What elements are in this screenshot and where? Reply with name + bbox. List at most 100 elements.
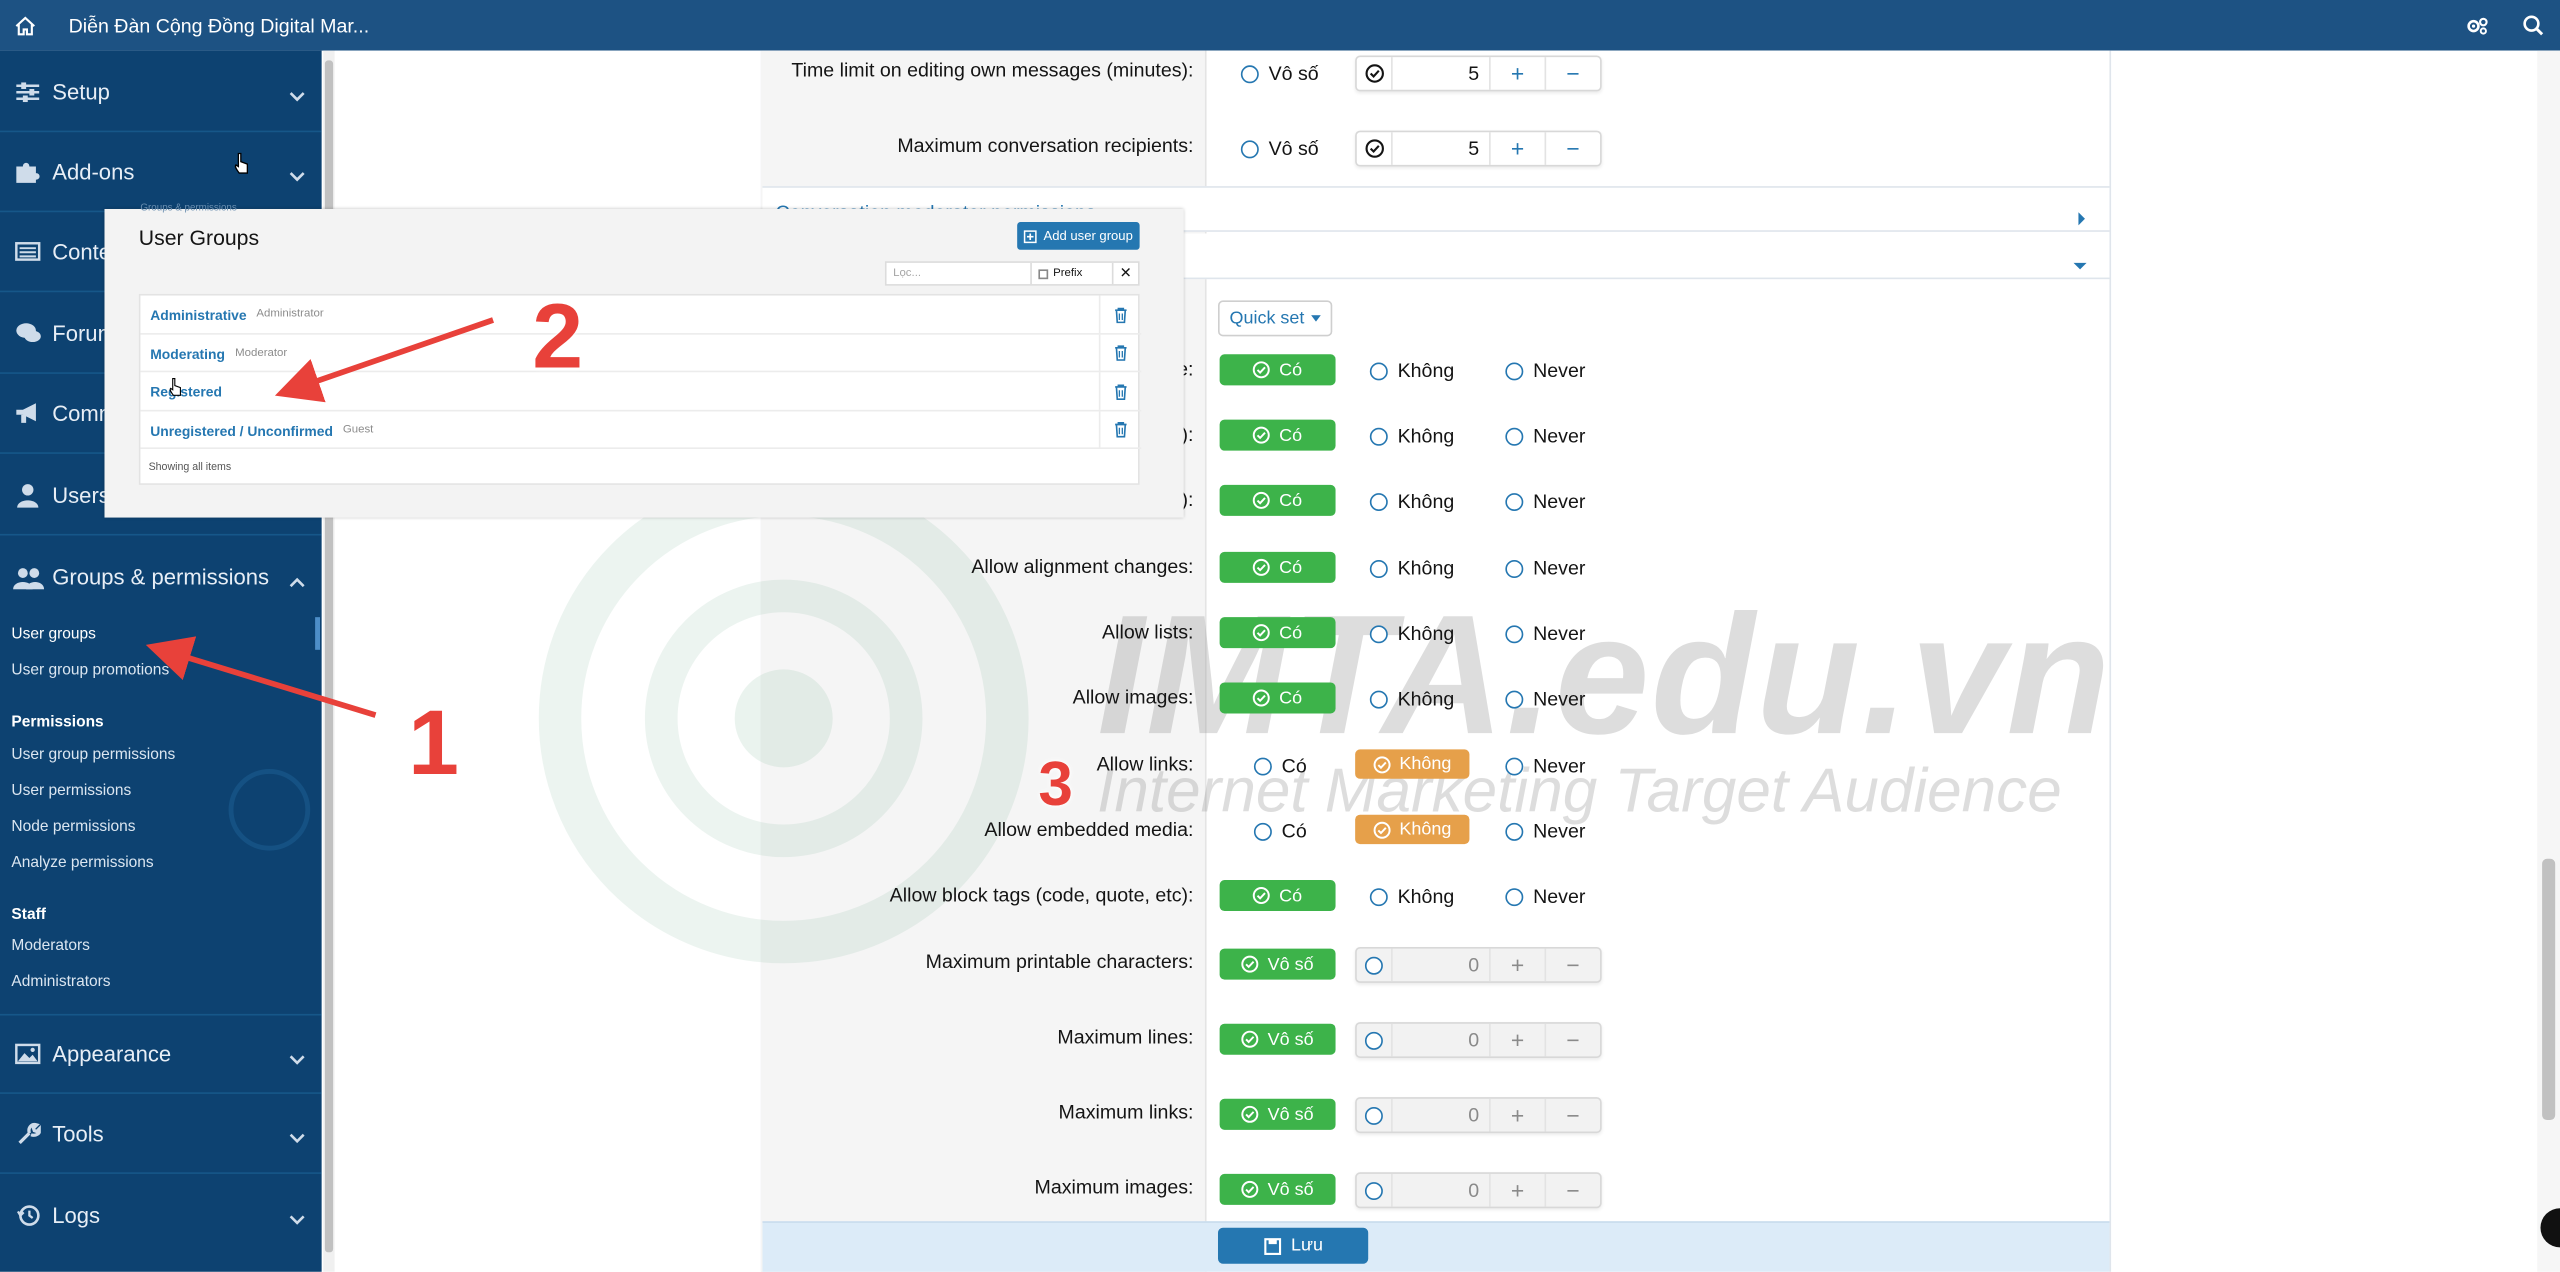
option-yes-selected[interactable]: Có [1219, 484, 1336, 516]
search-icon[interactable] [2505, 0, 2560, 51]
stepper-time-limit[interactable]: 5 + − [1355, 55, 1602, 92]
option-yes-selected[interactable]: Có [1219, 419, 1336, 451]
home-icon[interactable] [0, 0, 49, 51]
radio-unlimited-time-limit[interactable]: Vô số [1240, 62, 1319, 85]
option-yes-selected[interactable]: Có [1219, 880, 1336, 912]
clear-filter-icon[interactable]: ✕ [1111, 262, 1138, 285]
radio-never[interactable]: Never [1505, 557, 1585, 580]
option-unlimited-selected[interactable]: Vô số [1219, 1098, 1336, 1130]
radio-never[interactable]: Never [1505, 490, 1585, 513]
board-title[interactable]: Diễn Đàn Cộng Đồng Digital Mar... [69, 14, 370, 37]
increment-button[interactable]: + [1489, 1098, 1545, 1132]
user-group-name[interactable]: Registered [150, 384, 222, 400]
radio-never[interactable]: Never [1505, 359, 1585, 382]
radio-never[interactable]: Never [1505, 622, 1585, 645]
quick-set-button[interactable]: Quick set [1217, 300, 1333, 337]
trash-icon[interactable] [1098, 372, 1141, 410]
radio-never[interactable]: Never [1505, 754, 1585, 777]
user-group-name[interactable]: Moderating [150, 345, 225, 361]
radio-never[interactable]: Never [1505, 885, 1585, 908]
radio-no[interactable]: Không [1369, 359, 1454, 382]
option-unlimited-selected[interactable]: Vô số [1219, 1023, 1336, 1055]
option-yes-selected[interactable]: Có [1219, 354, 1336, 386]
stepper-disabled[interactable]: 0 + − [1355, 1022, 1602, 1058]
trash-icon[interactable] [1098, 410, 1141, 449]
increment-button[interactable]: + [1489, 132, 1545, 165]
trash-icon[interactable] [1098, 295, 1141, 334]
radio-no[interactable]: Không [1369, 622, 1454, 645]
option-yes-selected[interactable]: Có [1219, 682, 1336, 714]
sidebar-link-user-group-promotions[interactable]: User group promotions [11, 661, 169, 679]
sidebar-link-analyze-permissions[interactable]: Analyze permissions [11, 854, 153, 872]
stepper-max-recipients[interactable]: 5 + − [1355, 130, 1602, 167]
decrement-button[interactable]: − [1544, 132, 1601, 165]
increment-button[interactable]: + [1489, 57, 1545, 90]
user-groups-list: Administrative Administrator Moderating Mod… [138, 293, 1142, 485]
sidebar-link-moderators[interactable]: Moderators [11, 937, 89, 955]
sidebar-section-groups-permissions[interactable]: Groups & permissions [0, 537, 322, 617]
sidebar-link-node-permissions[interactable]: Node permissions [11, 818, 135, 836]
decrement-button[interactable]: − [1544, 948, 1601, 982]
add-user-group-button[interactable]: Add user group [1017, 222, 1140, 250]
label-allow-block-tags: Allow block tags (code, quote, etc): [889, 883, 1194, 907]
prefix-checkbox[interactable]: Prefix [1030, 262, 1112, 285]
radio-never[interactable]: Never [1505, 820, 1585, 842]
sidebar-link-user-permissions[interactable]: User permissions [11, 782, 131, 800]
sidebar-link-user-groups[interactable]: User groups [11, 625, 95, 643]
radio-no[interactable]: Không [1369, 687, 1454, 710]
sidebar-section-appearance[interactable]: Appearance [0, 1013, 322, 1094]
stepper-disabled[interactable]: 0 + − [1355, 946, 1602, 983]
user-group-row[interactable]: Administrative Administrator [140, 295, 1142, 334]
user-group-name[interactable]: Unregistered / Unconfirmed [150, 422, 333, 438]
user-group-row[interactable]: Unregistered / Unconfirmed Guest [140, 410, 1142, 449]
radio-yes[interactable]: Có [1253, 820, 1307, 842]
increment-button[interactable]: + [1489, 1023, 1545, 1057]
decrement-button[interactable]: − [1544, 1098, 1601, 1132]
radio-no[interactable]: Không [1369, 885, 1454, 908]
radio-circle-icon[interactable] [1357, 1023, 1393, 1057]
sidebar-section-tools[interactable]: Tools [0, 1094, 322, 1174]
trash-icon[interactable] [1098, 333, 1141, 372]
radio-never[interactable]: Never [1505, 687, 1585, 710]
radio-unlimited-recipients[interactable]: Vô số [1240, 137, 1319, 160]
radio-circle-icon[interactable] [1357, 948, 1393, 982]
decrement-button[interactable]: − [1544, 1173, 1601, 1207]
radio-no[interactable]: Không [1369, 490, 1454, 513]
radio-no[interactable]: Không [1369, 557, 1454, 580]
user-group-name[interactable]: Administrative [150, 307, 246, 323]
user-group-row[interactable]: Registered [140, 372, 1142, 411]
sidebar-section-logs[interactable]: Logs [0, 1176, 322, 1256]
increment-button[interactable]: + [1489, 948, 1545, 982]
option-unlimited-selected[interactable]: Vô số [1219, 1173, 1336, 1205]
radio-circle-icon[interactable] [1357, 1098, 1393, 1132]
sidebar-link-administrators[interactable]: Administrators [11, 973, 110, 991]
settings-gears-icon[interactable] [2449, 0, 2505, 51]
option-unlimited-selected[interactable]: Vô số [1219, 948, 1336, 980]
save-button[interactable]: Lưu [1217, 1227, 1369, 1264]
sidebar-section-add-ons[interactable]: Add-ons [0, 132, 322, 213]
radio-yes[interactable]: Có [1253, 754, 1307, 777]
save-icon [1263, 1237, 1281, 1255]
decrement-button[interactable]: − [1544, 57, 1601, 90]
option-yes-selected[interactable]: Có [1219, 551, 1336, 583]
user-group-row[interactable]: Moderating Moderator [140, 333, 1142, 373]
option-yes-selected[interactable]: Có [1219, 617, 1336, 649]
radio-never[interactable]: Never [1505, 425, 1585, 447]
check-circle-icon[interactable] [1357, 132, 1393, 165]
stepper-disabled[interactable]: 0 + − [1355, 1172, 1602, 1209]
stepper-disabled[interactable]: 0 + − [1355, 1097, 1602, 1134]
sidebar-link-user-group-permissions[interactable]: User group permissions [11, 746, 175, 764]
option-no-selected[interactable]: Không [1355, 749, 1470, 779]
radio-circle-icon[interactable] [1357, 1173, 1393, 1207]
radio-no[interactable]: Không [1369, 425, 1454, 447]
decrement-button[interactable]: − [1544, 1023, 1601, 1057]
check-circle-icon[interactable] [1357, 57, 1393, 90]
filter-input[interactable]: Lọc... [887, 268, 1031, 279]
main-scrollbar[interactable] [2537, 50, 2560, 1272]
user-icon [3, 482, 52, 507]
increment-button[interactable]: + [1489, 1173, 1545, 1207]
bullhorn-icon [3, 402, 52, 425]
option-no-selected[interactable]: Không [1355, 814, 1470, 845]
sidebar-section-setup[interactable]: Setup [0, 52, 322, 133]
check-circle-icon [1253, 689, 1271, 707]
